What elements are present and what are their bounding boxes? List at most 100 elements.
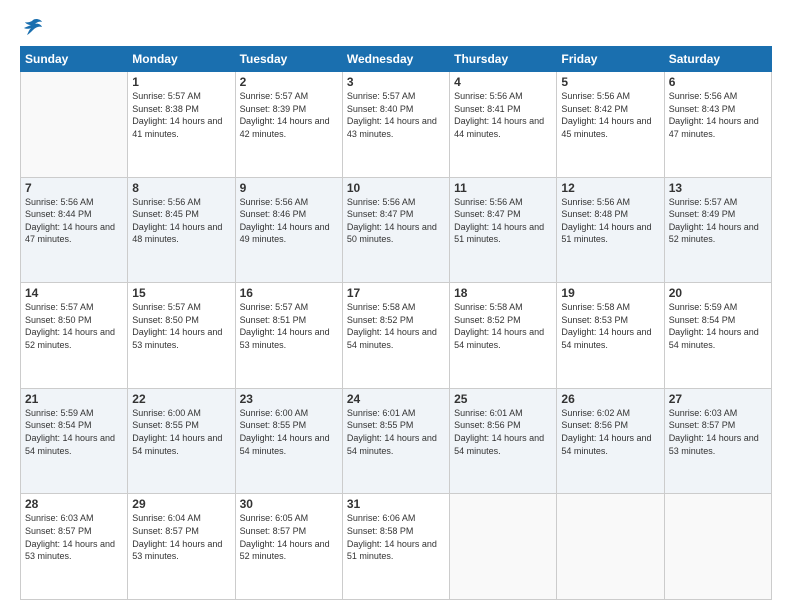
- calendar-cell: 20Sunrise: 5:59 AM Sunset: 8:54 PM Dayli…: [664, 283, 771, 389]
- day-info: Sunrise: 6:00 AM Sunset: 8:55 PM Dayligh…: [132, 407, 230, 457]
- day-header-wednesday: Wednesday: [342, 47, 449, 72]
- day-number: 30: [240, 497, 338, 511]
- day-number: 2: [240, 75, 338, 89]
- calendar-week-row: 28Sunrise: 6:03 AM Sunset: 8:57 PM Dayli…: [21, 494, 772, 600]
- day-number: 29: [132, 497, 230, 511]
- day-number: 6: [669, 75, 767, 89]
- day-number: 27: [669, 392, 767, 406]
- day-number: 17: [347, 286, 445, 300]
- calendar-cell: 26Sunrise: 6:02 AM Sunset: 8:56 PM Dayli…: [557, 388, 664, 494]
- day-info: Sunrise: 5:56 AM Sunset: 8:46 PM Dayligh…: [240, 196, 338, 246]
- logo-bird-icon: [21, 18, 43, 36]
- calendar-cell: 23Sunrise: 6:00 AM Sunset: 8:55 PM Dayli…: [235, 388, 342, 494]
- day-number: 15: [132, 286, 230, 300]
- day-number: 24: [347, 392, 445, 406]
- day-number: 13: [669, 181, 767, 195]
- calendar-cell: 2Sunrise: 5:57 AM Sunset: 8:39 PM Daylig…: [235, 72, 342, 178]
- day-info: Sunrise: 5:56 AM Sunset: 8:47 PM Dayligh…: [347, 196, 445, 246]
- day-header-thursday: Thursday: [450, 47, 557, 72]
- calendar-cell: 30Sunrise: 6:05 AM Sunset: 8:57 PM Dayli…: [235, 494, 342, 600]
- calendar-cell: 13Sunrise: 5:57 AM Sunset: 8:49 PM Dayli…: [664, 177, 771, 283]
- calendar-cell: 8Sunrise: 5:56 AM Sunset: 8:45 PM Daylig…: [128, 177, 235, 283]
- calendar-cell: 28Sunrise: 6:03 AM Sunset: 8:57 PM Dayli…: [21, 494, 128, 600]
- calendar-week-row: 21Sunrise: 5:59 AM Sunset: 8:54 PM Dayli…: [21, 388, 772, 494]
- day-number: 7: [25, 181, 123, 195]
- day-info: Sunrise: 6:06 AM Sunset: 8:58 PM Dayligh…: [347, 512, 445, 562]
- day-number: 9: [240, 181, 338, 195]
- calendar-week-row: 14Sunrise: 5:57 AM Sunset: 8:50 PM Dayli…: [21, 283, 772, 389]
- day-info: Sunrise: 5:58 AM Sunset: 8:52 PM Dayligh…: [454, 301, 552, 351]
- calendar-cell: 15Sunrise: 5:57 AM Sunset: 8:50 PM Dayli…: [128, 283, 235, 389]
- day-header-saturday: Saturday: [664, 47, 771, 72]
- calendar-cell: [557, 494, 664, 600]
- calendar-cell: 1Sunrise: 5:57 AM Sunset: 8:38 PM Daylig…: [128, 72, 235, 178]
- page: SundayMondayTuesdayWednesdayThursdayFrid…: [0, 0, 792, 612]
- day-info: Sunrise: 5:56 AM Sunset: 8:45 PM Dayligh…: [132, 196, 230, 246]
- day-info: Sunrise: 5:59 AM Sunset: 8:54 PM Dayligh…: [25, 407, 123, 457]
- day-info: Sunrise: 5:57 AM Sunset: 8:51 PM Dayligh…: [240, 301, 338, 351]
- day-header-tuesday: Tuesday: [235, 47, 342, 72]
- day-info: Sunrise: 5:56 AM Sunset: 8:44 PM Dayligh…: [25, 196, 123, 246]
- calendar-cell: 4Sunrise: 5:56 AM Sunset: 8:41 PM Daylig…: [450, 72, 557, 178]
- day-number: 14: [25, 286, 123, 300]
- day-number: 23: [240, 392, 338, 406]
- day-header-sunday: Sunday: [21, 47, 128, 72]
- calendar-cell: 29Sunrise: 6:04 AM Sunset: 8:57 PM Dayli…: [128, 494, 235, 600]
- day-info: Sunrise: 6:01 AM Sunset: 8:55 PM Dayligh…: [347, 407, 445, 457]
- day-number: 22: [132, 392, 230, 406]
- calendar-cell: 24Sunrise: 6:01 AM Sunset: 8:55 PM Dayli…: [342, 388, 449, 494]
- day-number: 16: [240, 286, 338, 300]
- day-info: Sunrise: 6:00 AM Sunset: 8:55 PM Dayligh…: [240, 407, 338, 457]
- day-info: Sunrise: 5:57 AM Sunset: 8:50 PM Dayligh…: [132, 301, 230, 351]
- calendar-cell: 19Sunrise: 5:58 AM Sunset: 8:53 PM Dayli…: [557, 283, 664, 389]
- day-number: 28: [25, 497, 123, 511]
- day-number: 4: [454, 75, 552, 89]
- day-number: 11: [454, 181, 552, 195]
- calendar-cell: 17Sunrise: 5:58 AM Sunset: 8:52 PM Dayli…: [342, 283, 449, 389]
- calendar-table: SundayMondayTuesdayWednesdayThursdayFrid…: [20, 46, 772, 600]
- calendar-week-row: 1Sunrise: 5:57 AM Sunset: 8:38 PM Daylig…: [21, 72, 772, 178]
- calendar-cell: 27Sunrise: 6:03 AM Sunset: 8:57 PM Dayli…: [664, 388, 771, 494]
- day-number: 18: [454, 286, 552, 300]
- calendar-cell: 25Sunrise: 6:01 AM Sunset: 8:56 PM Dayli…: [450, 388, 557, 494]
- day-info: Sunrise: 5:57 AM Sunset: 8:49 PM Dayligh…: [669, 196, 767, 246]
- logo: [20, 18, 44, 36]
- day-info: Sunrise: 6:01 AM Sunset: 8:56 PM Dayligh…: [454, 407, 552, 457]
- day-number: 20: [669, 286, 767, 300]
- day-info: Sunrise: 6:04 AM Sunset: 8:57 PM Dayligh…: [132, 512, 230, 562]
- calendar-cell: 7Sunrise: 5:56 AM Sunset: 8:44 PM Daylig…: [21, 177, 128, 283]
- calendar-cell: [450, 494, 557, 600]
- day-info: Sunrise: 5:57 AM Sunset: 8:38 PM Dayligh…: [132, 90, 230, 140]
- day-number: 19: [561, 286, 659, 300]
- day-info: Sunrise: 5:58 AM Sunset: 8:52 PM Dayligh…: [347, 301, 445, 351]
- day-info: Sunrise: 6:03 AM Sunset: 8:57 PM Dayligh…: [669, 407, 767, 457]
- calendar-cell: 5Sunrise: 5:56 AM Sunset: 8:42 PM Daylig…: [557, 72, 664, 178]
- calendar-cell: 16Sunrise: 5:57 AM Sunset: 8:51 PM Dayli…: [235, 283, 342, 389]
- calendar-cell: 11Sunrise: 5:56 AM Sunset: 8:47 PM Dayli…: [450, 177, 557, 283]
- day-info: Sunrise: 5:57 AM Sunset: 8:40 PM Dayligh…: [347, 90, 445, 140]
- day-number: 26: [561, 392, 659, 406]
- day-number: 12: [561, 181, 659, 195]
- day-info: Sunrise: 5:56 AM Sunset: 8:41 PM Dayligh…: [454, 90, 552, 140]
- calendar-cell: 9Sunrise: 5:56 AM Sunset: 8:46 PM Daylig…: [235, 177, 342, 283]
- calendar-cell: 3Sunrise: 5:57 AM Sunset: 8:40 PM Daylig…: [342, 72, 449, 178]
- day-info: Sunrise: 5:59 AM Sunset: 8:54 PM Dayligh…: [669, 301, 767, 351]
- day-info: Sunrise: 6:03 AM Sunset: 8:57 PM Dayligh…: [25, 512, 123, 562]
- calendar-cell: 18Sunrise: 5:58 AM Sunset: 8:52 PM Dayli…: [450, 283, 557, 389]
- day-number: 10: [347, 181, 445, 195]
- calendar-header-row: SundayMondayTuesdayWednesdayThursdayFrid…: [21, 47, 772, 72]
- calendar-cell: 6Sunrise: 5:56 AM Sunset: 8:43 PM Daylig…: [664, 72, 771, 178]
- day-number: 21: [25, 392, 123, 406]
- calendar-cell: [664, 494, 771, 600]
- day-info: Sunrise: 6:02 AM Sunset: 8:56 PM Dayligh…: [561, 407, 659, 457]
- day-info: Sunrise: 6:05 AM Sunset: 8:57 PM Dayligh…: [240, 512, 338, 562]
- day-number: 25: [454, 392, 552, 406]
- day-info: Sunrise: 5:57 AM Sunset: 8:50 PM Dayligh…: [25, 301, 123, 351]
- calendar-cell: 22Sunrise: 6:00 AM Sunset: 8:55 PM Dayli…: [128, 388, 235, 494]
- day-number: 3: [347, 75, 445, 89]
- day-number: 31: [347, 497, 445, 511]
- day-header-monday: Monday: [128, 47, 235, 72]
- header: [20, 18, 772, 36]
- day-info: Sunrise: 5:56 AM Sunset: 8:42 PM Dayligh…: [561, 90, 659, 140]
- day-info: Sunrise: 5:57 AM Sunset: 8:39 PM Dayligh…: [240, 90, 338, 140]
